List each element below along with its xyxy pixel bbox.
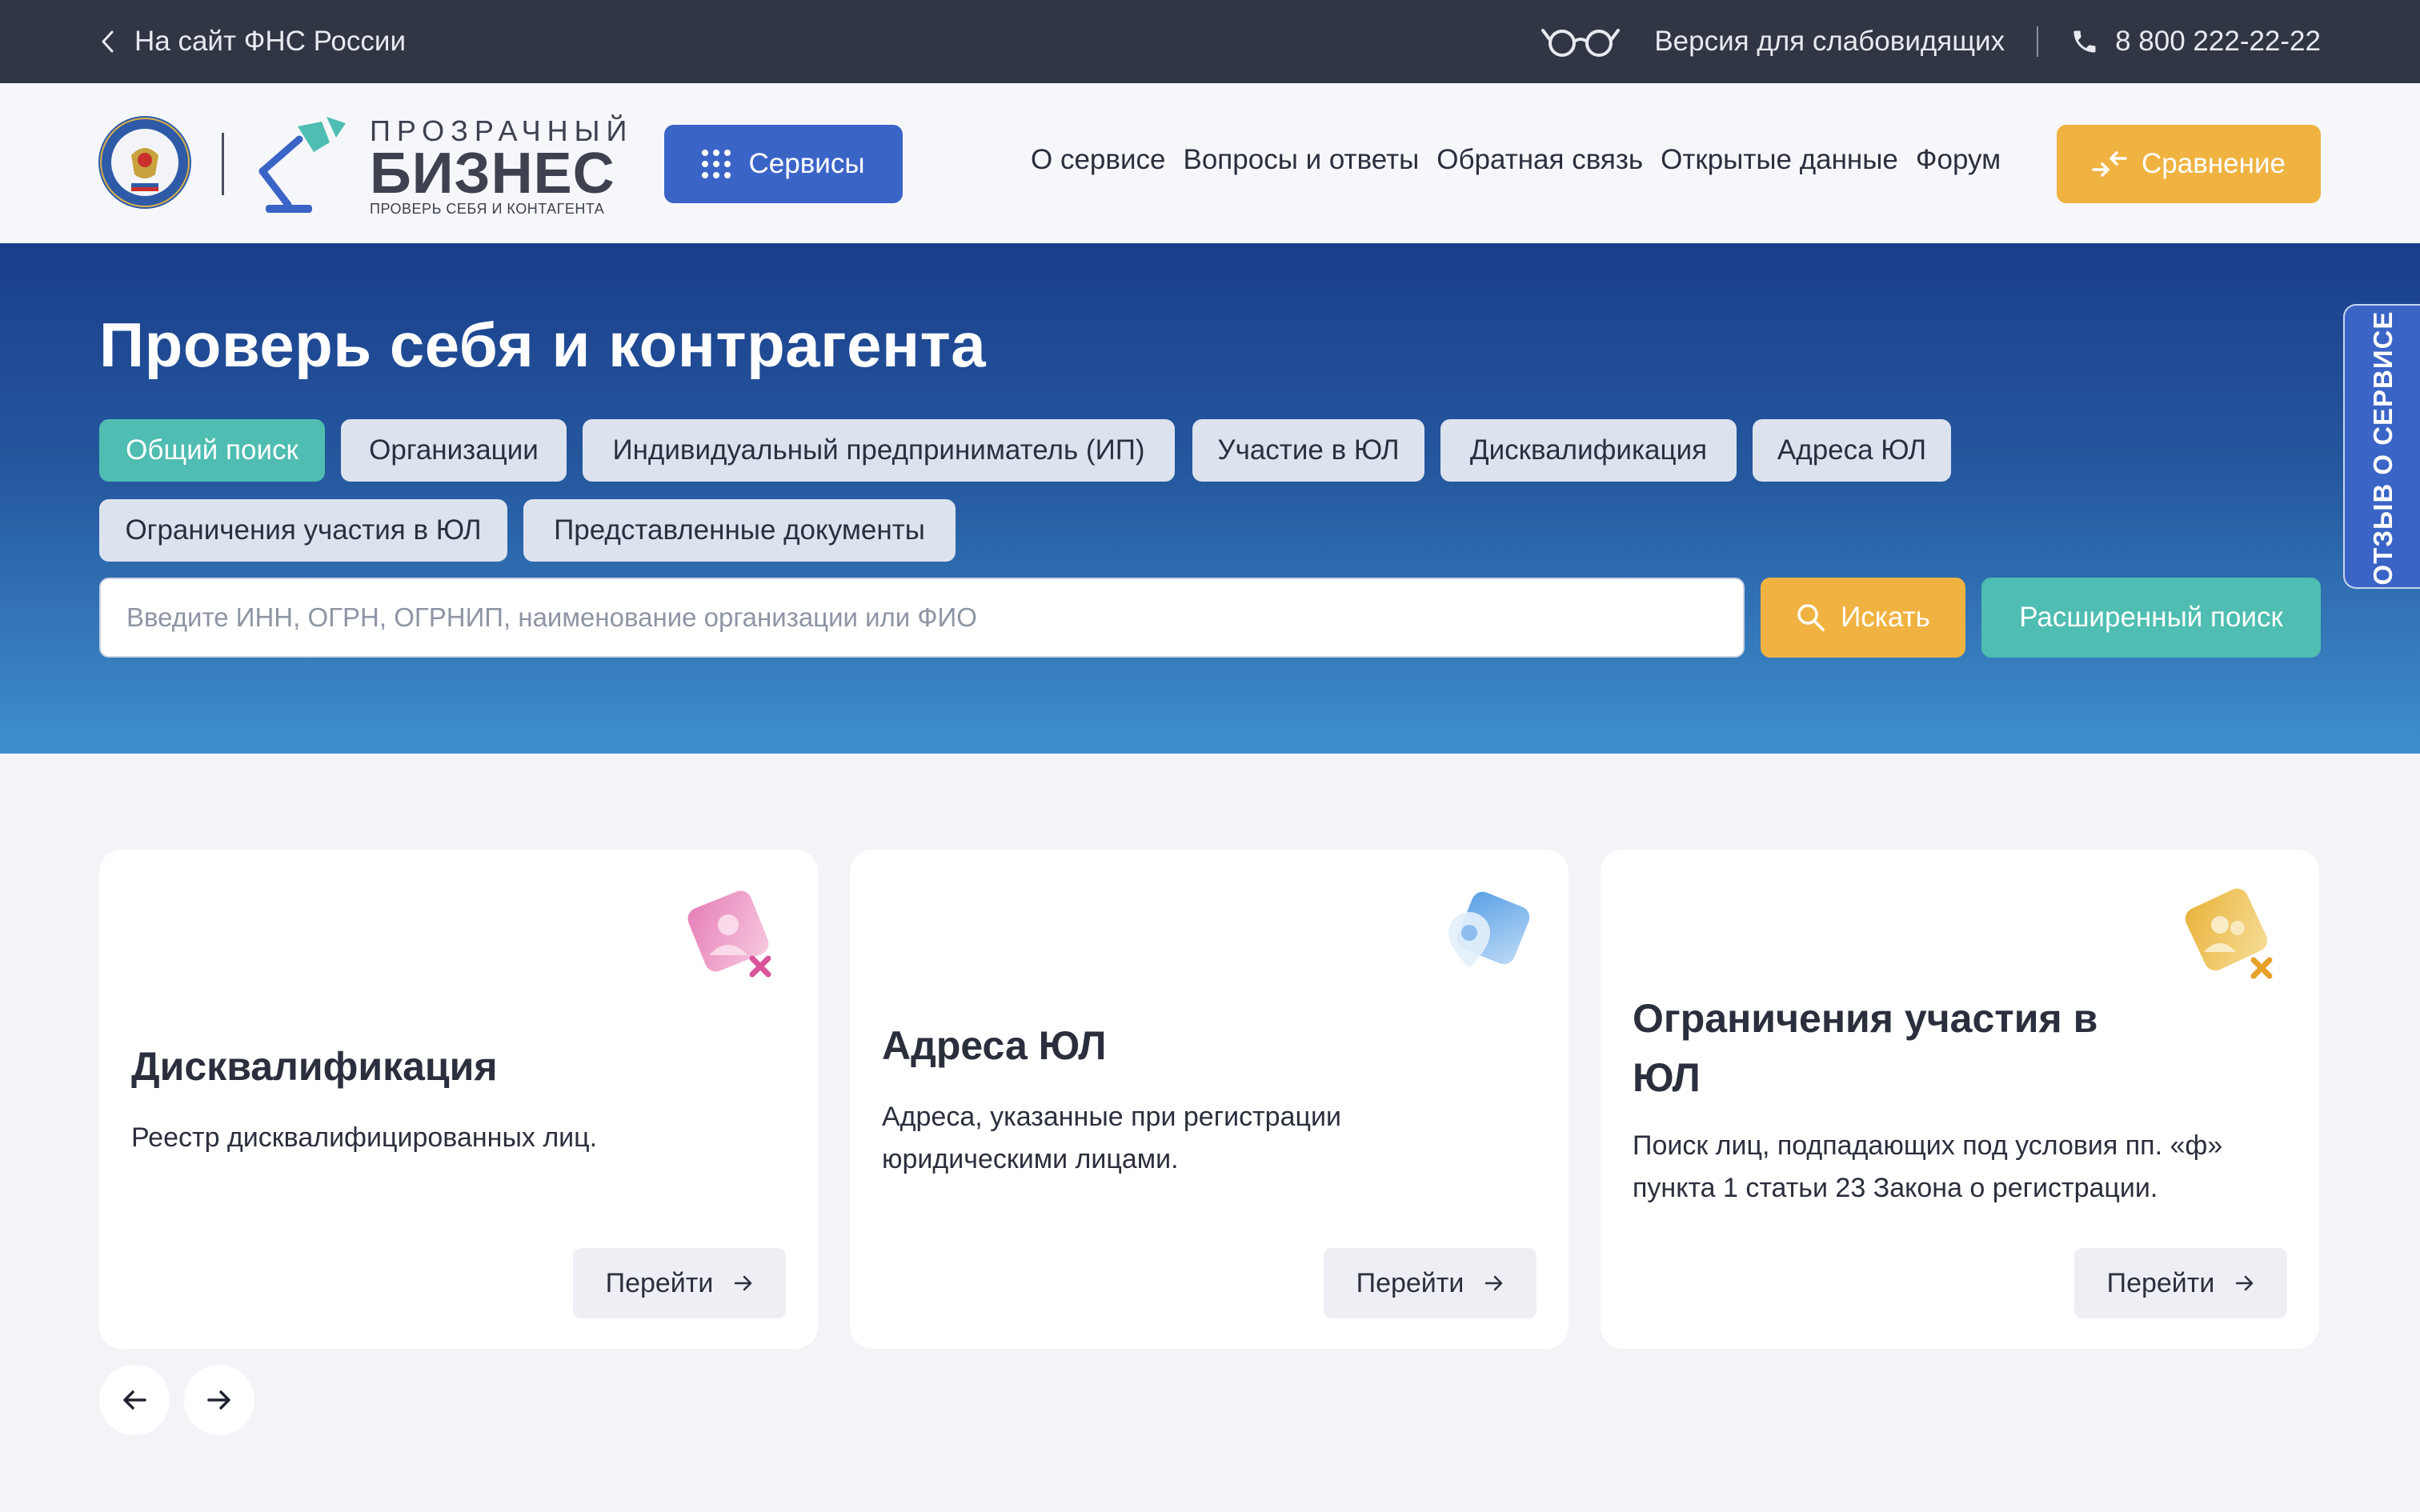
compare-button[interactable]: Сравнение — [2057, 125, 2321, 203]
services-button[interactable]: Сервисы — [664, 125, 903, 203]
services-button-label: Сервисы — [748, 148, 865, 179]
nav-forum[interactable]: Форум — [1916, 144, 2001, 186]
carousel-next-button[interactable] — [184, 1365, 254, 1435]
topbar-divider — [2037, 26, 2039, 57]
restricted-persons-icon — [2185, 888, 2273, 979]
search-button[interactable]: Искать — [1761, 578, 1965, 658]
fns-emblem-icon[interactable] — [96, 114, 194, 211]
location-pin-icon — [1448, 891, 1530, 968]
disqualified-person-icon — [687, 890, 771, 978]
arrow-right-icon — [1485, 1275, 1503, 1291]
search-placeholder: Введите ИНН, ОГРН, ОГРНИП, наименование … — [126, 602, 977, 632]
go-button[interactable]: Перейти — [2074, 1248, 2287, 1318]
nav-faq[interactable]: Вопросы и ответы — [1184, 144, 1420, 186]
compare-button-label: Сравнение — [2142, 148, 2286, 179]
nav-feedback[interactable]: Обратная связь — [1436, 144, 1643, 186]
tab-submitted-documents[interactable]: Представленные документы — [523, 499, 956, 562]
go-button-label: Перейти — [605, 1267, 714, 1298]
card-legal-entity-addresses[interactable]: Адреса ЮЛ Адреса, указанные при регистра… — [850, 850, 1569, 1349]
card-title: Ограничения участия в ЮЛ — [1633, 996, 2098, 1100]
tab-legal-entity-participation[interactable]: Участие в ЮЛ — [1192, 419, 1424, 482]
glasses-icon[interactable] — [1541, 24, 1621, 59]
card-title: Адреса ЮЛ — [882, 1023, 1107, 1068]
tab-participation-restrictions[interactable]: Ограничения участия в ЮЛ — [99, 499, 507, 562]
main-nav: О сервисе Вопросы и ответы Обратная связ… — [1031, 144, 2001, 186]
arrow-right-icon — [207, 1390, 230, 1410]
tab-legal-entity-addresses[interactable]: Адреса ЮЛ — [1753, 419, 1951, 482]
search-hero: Проверь себя и контрагента Общий поиск О… — [0, 243, 2420, 754]
card-title: Дисквалификация — [131, 1044, 498, 1089]
arrow-right-icon — [735, 1275, 752, 1291]
search-button-label: Искать — [1841, 602, 1930, 633]
fns-site-link[interactable]: На сайт ФНС России — [99, 21, 406, 62]
logo-divider — [222, 133, 224, 195]
page-title: Проверь себя и контрагента — [99, 310, 987, 380]
tab-general-search[interactable]: Общий поиск — [99, 419, 325, 482]
advanced-search-button[interactable]: Расширенный поиск — [1981, 578, 2321, 658]
search-input[interactable]: Введите ИНН, ОГРН, ОГРНИП, наименование … — [99, 578, 1745, 658]
card-description: Адреса, указанные при регистрации юридич… — [882, 1102, 1341, 1174]
nav-about[interactable]: О сервисе — [1031, 144, 1166, 186]
nav-open-data[interactable]: Открытые данные — [1661, 144, 1898, 186]
low-vision-version-link[interactable]: Версия для слабовидящих — [1654, 26, 2005, 58]
tab-disqualification[interactable]: Дисквалификация — [1440, 419, 1737, 482]
arrow-left-icon — [123, 1390, 146, 1410]
brand-main: БИЗНЕС — [370, 142, 615, 206]
chevron-left-icon — [102, 30, 114, 53]
arrow-right-icon — [2236, 1275, 2254, 1291]
card-participation-restrictions[interactable]: Ограничения участия в ЮЛ Поиск лиц, подп… — [1601, 850, 2319, 1349]
compare-arrows-icon — [2092, 151, 2127, 177]
card-disqualification[interactable]: Дисквалификация Реестр дисквалифицирован… — [99, 850, 818, 1349]
carousel-prev-button[interactable] — [99, 1365, 170, 1435]
fns-site-link-label: На сайт ФНС России — [134, 26, 406, 57]
top-bar: На сайт ФНС России Версия для слабовидящ… — [0, 0, 2420, 83]
go-button[interactable]: Перейти — [573, 1248, 786, 1318]
magnifier-icon — [1797, 604, 1825, 631]
phone-icon — [2073, 30, 2096, 53]
grid-dots-icon — [702, 150, 731, 178]
desk-lamp-icon[interactable] — [253, 115, 349, 216]
brand-subtitle: ПРОВЕРЬ СЕБЯ И КОНТАГЕНТА — [370, 201, 605, 217]
phone-number[interactable]: 8 800 222-22-22 — [2115, 26, 2321, 58]
go-button-label: Перейти — [1356, 1267, 1464, 1298]
service-feedback-tab[interactable]: ОТЗЫВ О СЕРВИСЕ — [2343, 304, 2420, 589]
tab-individual-entrepreneur[interactable]: Индивидуальный предприниматель (ИП) — [583, 419, 1175, 482]
go-button-label: Перейти — [2106, 1267, 2215, 1298]
go-button[interactable]: Перейти — [1324, 1248, 1537, 1318]
tab-organizations[interactable]: Организации — [341, 419, 567, 482]
brand-logo[interactable]: ПРОЗРАЧНЫЙ БИЗНЕС ПРОВЕРЬ СЕБЯ И КОНТАГЕ… — [370, 115, 633, 218]
feedback-tab-label: ОТЗЫВ О СЕРВИСЕ — [2368, 310, 2398, 586]
card-description: Реестр дисквалифицированных лиц. — [131, 1122, 598, 1153]
site-header: ПРОЗРАЧНЫЙ БИЗНЕС ПРОВЕРЬ СЕБЯ И КОНТАГЕ… — [0, 83, 2420, 243]
topbar-right: Версия для слабовидящих 8 800 222-22-22 — [1541, 21, 2321, 62]
card-description: Поиск лиц, подпадающих под условия пп. «… — [1633, 1130, 2223, 1203]
